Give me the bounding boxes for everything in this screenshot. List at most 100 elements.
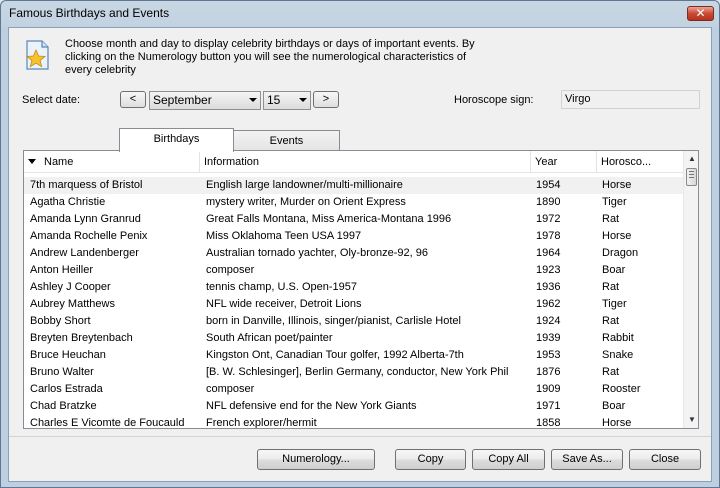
cell-name: 7th marquess of Bristol	[30, 179, 143, 191]
table-row[interactable]: 7th marquess of Bristol English large lan…	[24, 177, 683, 194]
table-row[interactable]: Amanda Rochelle Penix Miss Oklahoma Teen …	[24, 228, 683, 245]
dialog-body: Choose month and day to display celebrit…	[8, 27, 712, 482]
cell-horoscope: Horse	[602, 179, 632, 191]
scrollbar-thumb[interactable]	[686, 168, 697, 186]
table-row[interactable]: Amanda Lynn Granrud Great Falls Montana, …	[24, 211, 683, 228]
cell-year: 1923	[536, 264, 561, 276]
cell-horoscope: Dragon	[602, 247, 639, 259]
table-row[interactable]: Ashley J Cooper tennis champ, U.S. Open-1…	[24, 279, 683, 296]
cell-information: mystery writer, Murder on Orient Express	[206, 196, 406, 208]
cell-information: Australian tornado yachter, Oly-bronze-9…	[206, 247, 428, 259]
cell-information: NFL wide receiver, Detroit Lions	[206, 298, 362, 310]
copy-button[interactable]: Copy	[395, 449, 466, 470]
previous-date-button[interactable]: <	[120, 91, 146, 108]
birthdays-list[interactable]: Name Information Year Horosco... 7th mar…	[23, 150, 699, 429]
table-row[interactable]: Charles E Vicomte de Foucauld French expl…	[24, 415, 683, 429]
scroll-down-icon[interactable]: ▼	[684, 412, 698, 428]
cell-name: Carlos Estrada	[30, 383, 103, 395]
cell-name: Amanda Lynn Granrud	[30, 213, 141, 225]
table-row[interactable]: Bobby Short born in Danville, Illinois, s…	[24, 313, 683, 330]
cell-information: English large landowner/multi-millionair…	[206, 179, 403, 191]
cell-year: 1972	[536, 213, 561, 225]
cell-name: Charles E Vicomte de Foucauld	[30, 417, 185, 429]
table-row[interactable]: Breyten Breytenbach South African poet/pa…	[24, 330, 683, 347]
cell-year: 1924	[536, 315, 561, 327]
column-header-year[interactable]: Year	[531, 151, 597, 173]
cell-name: Anton Heiller	[30, 264, 93, 276]
cell-year: 1876	[536, 366, 561, 378]
cell-horoscope: Rat	[602, 366, 620, 378]
close-window-button[interactable]: ✕	[687, 6, 714, 21]
month-select[interactable]: September	[149, 91, 261, 110]
save-as-button[interactable]: Save As...	[551, 449, 623, 470]
tab-events[interactable]: Events	[233, 130, 340, 152]
cell-name: Andrew Landenberger	[30, 247, 139, 259]
cell-year: 1954	[536, 179, 561, 191]
next-date-button[interactable]: >	[313, 91, 339, 108]
cell-year: 1890	[536, 196, 561, 208]
cell-horoscope: Tiger	[602, 298, 627, 310]
table-row[interactable]: Agatha Christie mystery writer, Murder on…	[24, 194, 683, 211]
cell-horoscope: Horse	[602, 230, 632, 242]
title-bar[interactable]: Famous Birthdays and Events ✕	[1, 1, 719, 27]
column-header-information[interactable]: Information	[200, 151, 531, 173]
list-header: Name Information Year Horosco...	[24, 151, 683, 173]
cell-year: 1962	[536, 298, 561, 310]
cell-information: Great Falls Montana, Miss America-Montan…	[206, 213, 452, 225]
cell-horoscope: Boar	[602, 400, 626, 412]
cell-year: 1978	[536, 230, 561, 242]
table-row[interactable]: Anton Heiller composer 1923 Boar	[24, 262, 683, 279]
cell-horoscope: Snake	[602, 349, 634, 361]
cell-horoscope: Rat	[602, 281, 620, 293]
tab-birthdays[interactable]: Birthdays	[119, 128, 234, 152]
cell-name: Breyten Breytenbach	[30, 332, 133, 344]
button-bar: Numerology... Copy Copy All Save As... C…	[9, 436, 711, 481]
table-row[interactable]: Carlos Estrada composer 1909 Rooster	[24, 381, 683, 398]
cell-information: [B. W. Schlesinger], Berlin Germany, con…	[206, 366, 509, 378]
sort-descending-icon	[28, 159, 36, 164]
cell-name: Amanda Rochelle Penix	[30, 230, 148, 242]
cell-year: 1939	[536, 332, 561, 344]
month-value: September	[153, 93, 212, 107]
cell-horoscope: Horse	[602, 417, 632, 429]
cell-information: Kingston Ont, Canadian Tour golfer, 1992…	[206, 349, 464, 361]
cell-name: Chad Bratzke	[30, 400, 97, 412]
cell-information: NFL defensive end for the New York Giant…	[206, 400, 417, 412]
cell-name: Bruce Heuchan	[30, 349, 106, 361]
copy-all-button[interactable]: Copy All	[472, 449, 545, 470]
cell-horoscope: Tiger	[602, 196, 627, 208]
chevron-down-icon	[249, 98, 257, 102]
cell-year: 1936	[536, 281, 561, 293]
cell-information: composer	[206, 383, 255, 395]
cell-name: Aubrey Matthews	[30, 298, 115, 310]
close-button[interactable]: Close	[629, 449, 701, 470]
table-row[interactable]: Andrew Landenberger Australian tornado ya…	[24, 245, 683, 262]
cell-horoscope: Rat	[602, 213, 620, 225]
day-select[interactable]: 15	[263, 91, 311, 110]
cell-horoscope: Rat	[602, 315, 620, 327]
cell-name: Bruno Walter	[30, 366, 94, 378]
cell-horoscope: Boar	[602, 264, 626, 276]
column-header-horoscope[interactable]: Horosco...	[597, 151, 683, 173]
select-date-label: Select date:	[22, 94, 81, 106]
cell-year: 1909	[536, 383, 561, 395]
vertical-scrollbar[interactable]: ▲ ▼	[683, 151, 698, 428]
cell-information: Miss Oklahoma Teen USA 1997	[206, 230, 362, 242]
instructions-text: Choose month and day to display celebrit…	[65, 38, 475, 76]
table-row[interactable]: Bruce Heuchan Kingston Ont, Canadian Tour…	[24, 347, 683, 364]
cell-horoscope: Rabbit	[602, 332, 634, 344]
scroll-up-icon[interactable]: ▲	[684, 151, 698, 167]
table-row[interactable]: Chad Bratzke NFL defensive end for the Ne…	[24, 398, 683, 415]
table-row[interactable]: Bruno Walter [B. W. Schlesinger], Berlin …	[24, 364, 683, 381]
numerology-button[interactable]: Numerology...	[257, 449, 375, 470]
cell-information: born in Danville, Illinois, singer/piani…	[206, 315, 461, 327]
column-header-name[interactable]: Name	[24, 151, 200, 173]
cell-year: 1971	[536, 400, 561, 412]
horoscope-label: Horoscope sign:	[454, 94, 534, 106]
chevron-down-icon	[299, 98, 307, 102]
day-value: 15	[267, 93, 281, 107]
horoscope-value-field: Virgo	[561, 90, 700, 109]
app-window: Famous Birthdays and Events ✕ Choose mon…	[0, 0, 720, 488]
table-row[interactable]: Aubrey Matthews NFL wide receiver, Detroi…	[24, 296, 683, 313]
window-title: Famous Birthdays and Events	[9, 6, 170, 20]
